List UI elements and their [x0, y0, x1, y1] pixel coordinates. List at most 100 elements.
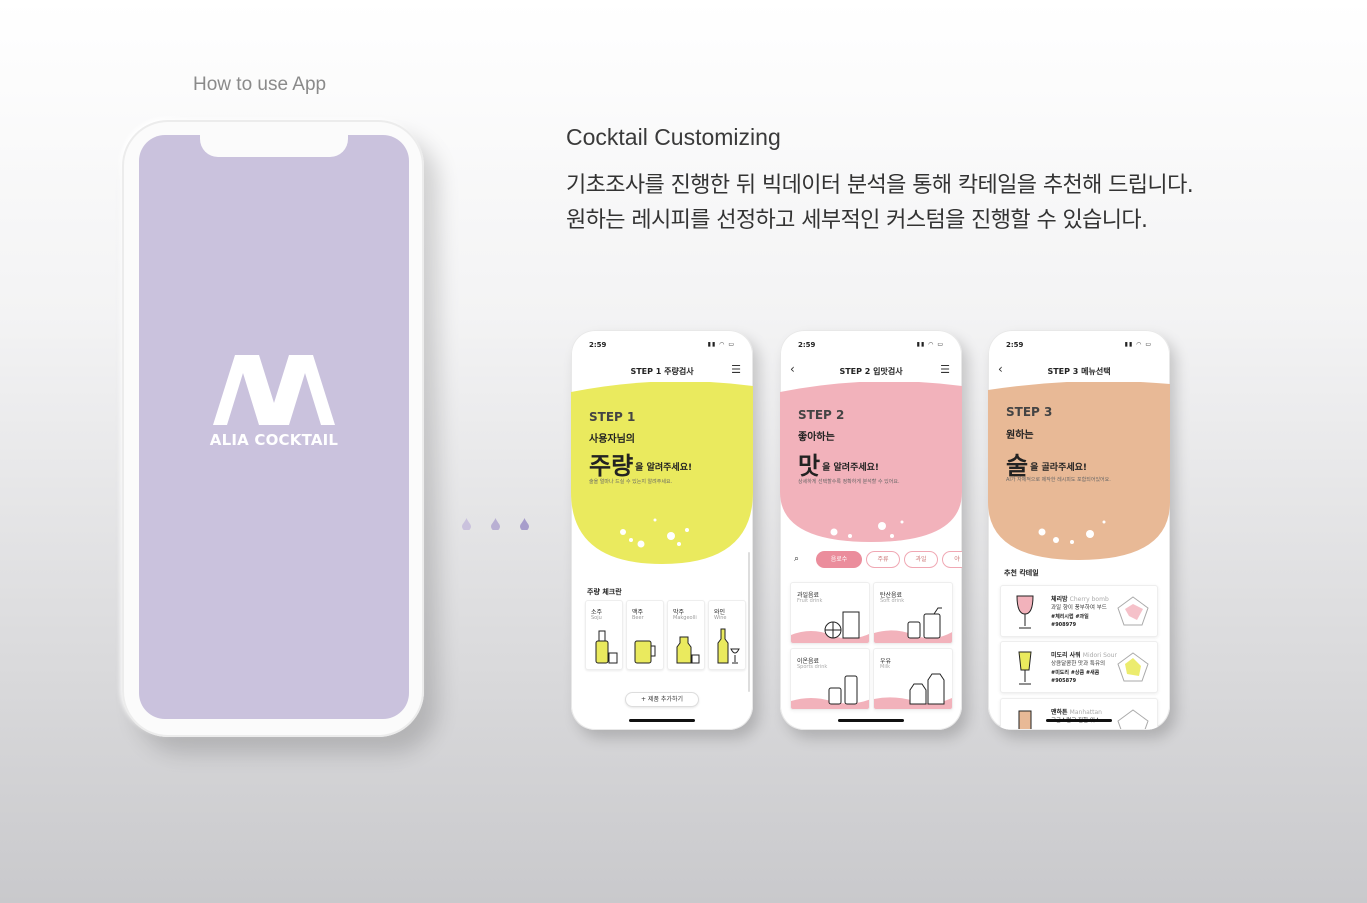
headline-keyword: 주량	[589, 452, 634, 480]
headline-line1: 원하는	[1006, 430, 1034, 441]
cocktail-name-en: Midori Sour	[1082, 652, 1117, 659]
makgeolli-bottle-icon	[676, 636, 700, 664]
cocktail-desc: 과일 향이 풍부하여 부드	[1051, 605, 1107, 611]
cocktail-name-ko: 미도리 사워	[1051, 652, 1081, 659]
how-to-title: How to use App	[193, 74, 327, 95]
cocktail-code: #905879	[1051, 678, 1077, 684]
card-subtitle: Fruit drink	[797, 598, 823, 604]
home-indicator	[629, 719, 695, 722]
headline-rest: 을 골라주세요!	[1030, 463, 1088, 473]
section-title: Cocktail Customizing	[566, 124, 781, 150]
section-title: 추천 칵테일	[1004, 569, 1039, 577]
bubbles-decoration	[620, 518, 689, 548]
phone-notch	[200, 135, 348, 157]
fruit-drink-icon	[824, 611, 860, 639]
splash-phone-frame: ALIA COCKTAIL	[122, 120, 424, 737]
headline-rest: 을 알려주세요!	[822, 463, 880, 473]
home-indicator	[1046, 719, 1112, 722]
chip-beverage[interactable]: 음료수	[816, 551, 862, 568]
cocktail-name-ko: 맨하튼	[1051, 709, 1068, 716]
soft-drink-icon	[907, 607, 942, 639]
taste-radar-icon	[1117, 596, 1149, 626]
sports-drink-icon	[828, 675, 858, 705]
soju-bottle-icon	[595, 630, 618, 664]
scrollbar[interactable]	[748, 552, 750, 692]
splash-logo-text: ALIA COCKTAIL	[209, 431, 339, 449]
drop-icon	[520, 518, 529, 530]
cocktail-code: #908979	[1051, 622, 1077, 628]
nav-title: STEP 3 메뉴선택	[1047, 367, 1111, 376]
section-description: 기초조사를 진행한 뒤 빅데이터 분석을 통해 칵테일을 추천해 드립니다. 원…	[566, 168, 1194, 238]
menu-icon[interactable]: ☰	[731, 363, 741, 376]
cocktail-glass-icon	[1016, 595, 1034, 629]
drink-card-soju[interactable]: 소주 Soju	[585, 600, 623, 670]
step-label: STEP 1	[589, 410, 636, 424]
chip-more[interactable]: 야	[942, 551, 962, 568]
phone-step3: 2:59 ▮▮ ◠ ▭ ‹ STEP 3 메뉴선택 STEP 3 원하는 술을 …	[988, 330, 1170, 730]
cocktail-name: 미도리 사워 Midori Sour	[1051, 650, 1117, 659]
description-line: 원하는 레시피를 선정하고 세부적인 커스텀을 진행할 수 있습니다.	[566, 208, 1148, 233]
phone-step2: 2:59 ▮▮ ◠ ▭ ‹ STEP 2 입맛검사 ☰ STEP 2 좋아하는 …	[780, 330, 962, 730]
category-chips: ⌕ 음료수 주류 과일 야	[788, 551, 962, 569]
phone-step1: 2:59 ▮▮ ◠ ▭ STEP 1 주량검사 ☰ STEP 1 사용자님의 주…	[571, 330, 753, 730]
description-line: 기초조사를 진행한 뒤 빅데이터 분석을 통해 칵테일을 추천해 드립니다.	[566, 173, 1194, 198]
nav-title: STEP 1 주량검사	[630, 367, 694, 376]
flavor-card-fruit-drink[interactable]: 과일음료 Fruit drink	[790, 582, 870, 644]
headline-rest: 을 알려주세요!	[635, 463, 693, 473]
menu-icon[interactable]: ☰	[940, 363, 950, 376]
cocktail-glass-icon	[1018, 710, 1032, 729]
status-time: 2:59	[798, 341, 816, 349]
headline-line1: 좋아하는	[798, 432, 835, 443]
hint-text: 술을 얼마나 드실 수 있는지 알려주세요.	[589, 479, 673, 485]
drink-name-en: Beer	[632, 615, 644, 621]
step-label: STEP 2	[798, 408, 845, 422]
headline-line2: 주량 을 알려주세요!	[589, 446, 692, 481]
status-icons: ▮▮ ◠ ▭	[1124, 341, 1152, 348]
hint-text: AI가 자체적으로 제작한 레시피도 포함되어있어요.	[1006, 477, 1111, 483]
headline-line2: 맛을 알려주세요!	[798, 446, 879, 481]
headline-line1: 사용자님의	[589, 434, 635, 445]
drink-card-wine[interactable]: 와인 Wine	[708, 600, 746, 670]
flavor-card-milk[interactable]: 우유 Milk	[873, 648, 953, 710]
cocktail-card-cherry-bomb[interactable]: 체리밤 Cherry bomb 과일 향이 풍부하여 부드 #체리시럽 #과일 …	[1000, 585, 1158, 637]
drop-icon	[491, 518, 500, 530]
status-time: 2:59	[1006, 341, 1024, 349]
cocktail-desc: 상큼달콤한 맛과 특유의	[1051, 661, 1106, 667]
add-product-button[interactable]: + 제품 추가하기	[625, 692, 699, 707]
cocktail-card-midori-sour[interactable]: 미도리 사워 Midori Sour 상큼달콤한 맛과 특유의 #미도리 #상큼…	[1000, 641, 1158, 693]
flavor-card-soft-drink[interactable]: 탄산음료 Soft drink	[873, 582, 953, 644]
section-title: 주량 체크란	[587, 588, 622, 596]
drop-icon	[462, 518, 471, 530]
nav-title: STEP 2 입맛검사	[839, 367, 903, 376]
drink-card-beer[interactable]: 맥주 Beer	[626, 600, 664, 670]
cocktail-card-manhattan[interactable]: 맨하튼 Manhattan 고급스럽고 진한 위스	[1000, 698, 1158, 730]
card-subtitle: Sports drink	[797, 664, 828, 670]
chip-alcohol[interactable]: 주류	[866, 551, 900, 568]
cocktail-name-ko: 체리밤	[1051, 596, 1068, 603]
drink-name-en: Soju	[591, 615, 602, 621]
taste-radar-icon	[1117, 652, 1149, 682]
cocktail-name: 체리밤 Cherry bomb	[1051, 594, 1109, 603]
status-time: 2:59	[589, 341, 607, 349]
status-icons: ▮▮ ◠ ▭	[707, 341, 735, 348]
drink-card-list: 소주 Soju 맥주 Beer 막주 Makgeolli 와인 Wine	[585, 600, 747, 670]
cocktail-name-en: Manhattan	[1069, 709, 1102, 716]
flavor-card-sports-drink[interactable]: 이온음료 Sports drink	[790, 648, 870, 710]
wine-bottle-icon	[717, 628, 740, 664]
bubbles-decoration	[830, 520, 904, 538]
drink-card-makgeolli[interactable]: 막주 Makgeolli	[667, 600, 705, 670]
chip-fruit[interactable]: 과일	[904, 551, 938, 568]
status-icons: ▮▮ ◠ ▭	[916, 341, 944, 348]
cocktail-glass-icon	[1018, 651, 1032, 685]
cocktail-name: 맨하튼 Manhattan	[1051, 707, 1102, 716]
cocktail-tags: #체리시럽 #과일	[1051, 614, 1089, 620]
taste-radar-icon	[1117, 709, 1149, 729]
cocktail-name-en: Cherry bomb	[1069, 596, 1109, 603]
cocktail-tags: #미도리 #상큼 #새콤	[1051, 670, 1100, 676]
step-label: STEP 3	[1006, 405, 1053, 419]
home-indicator	[838, 719, 904, 722]
drink-name-en: Wine	[714, 615, 727, 621]
milk-carton-icon	[909, 673, 945, 705]
search-icon[interactable]: ⌕	[794, 554, 799, 564]
alia-logo-icon	[213, 355, 335, 425]
